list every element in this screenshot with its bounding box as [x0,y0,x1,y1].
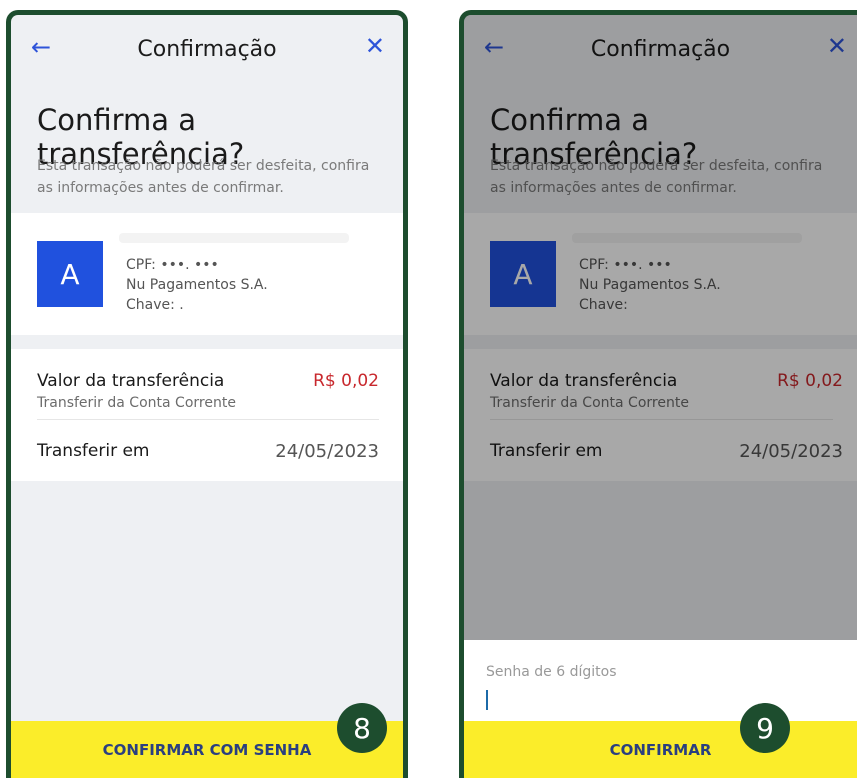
confirmation-screen: ← Confirmação ✕ Confirma a transferência… [11,15,403,778]
recipient-card: A CPF: •••. ••• Nu Pagamentos S.A. Chave… [11,213,403,335]
divider [37,419,379,420]
recipient-bank: Nu Pagamentos S.A. [126,277,268,293]
top-bar: ← Confirmação ✕ [11,15,403,83]
phone-screen-step-9: ← Confirmação ✕ Confirma a transferência… [459,10,857,778]
close-icon[interactable]: ✕ [365,32,385,60]
step-badge: 9 [740,703,790,753]
text-cursor [486,690,488,710]
confirmation-screen: ← Confirmação ✕ Confirma a transferência… [464,15,857,778]
password-input[interactable]: Senha de 6 dígitos [486,664,616,680]
amount-label: Valor da transferência [37,371,225,391]
recipient-cpf: CPF: •••. ••• [126,257,219,273]
date-value: 24/05/2023 [275,441,379,462]
password-panel: Senha de 6 dígitos [464,640,857,728]
source-account: Transferir da Conta Corrente [37,395,236,411]
phone-screen-step-8: ← Confirmação ✕ Confirma a transferência… [6,10,408,778]
recipient-avatar: A [37,241,103,307]
warning-text: Esta transação não poderá ser desfeita, … [37,158,370,196]
modal-overlay[interactable] [464,15,857,640]
page-title: Confirmação [137,37,277,62]
date-label: Transferir em [37,441,150,461]
transfer-details: Valor da transferência R$ 0,02 Transferi… [11,349,403,481]
recipient-name-redacted [119,233,349,243]
amount-value: R$ 0,02 [313,371,379,391]
recipient-key: Chave: . [126,297,184,313]
step-badge: 8 [337,703,387,753]
confirm-button[interactable]: CONFIRMAR [464,721,857,778]
